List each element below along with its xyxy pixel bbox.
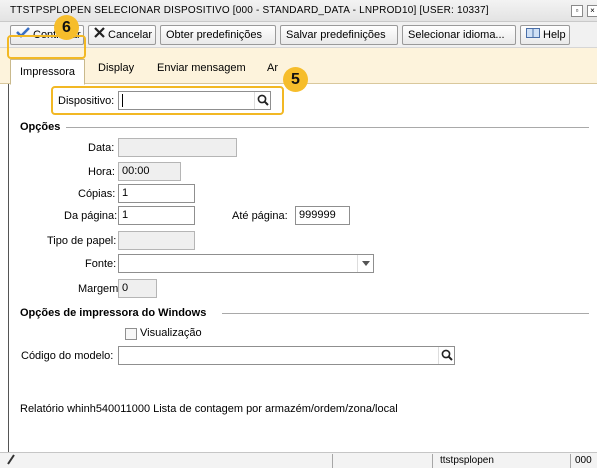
opcoes-title: Opções bbox=[20, 121, 63, 133]
step-badge-6: 6 bbox=[54, 15, 79, 40]
da-pagina-field[interactable]: 1 bbox=[118, 206, 195, 225]
cancelar-button[interactable]: Cancelar bbox=[88, 25, 156, 45]
salvar-label: Salvar predefinições bbox=[286, 29, 386, 41]
codigo-modelo-label: Código do modelo: bbox=[21, 350, 114, 362]
continuar-highlight bbox=[7, 35, 86, 59]
tipo-papel-label: Tipo de papel: bbox=[47, 235, 117, 247]
tipo-papel-field[interactable] bbox=[118, 231, 195, 250]
tab-enviar-mensagem[interactable]: Enviar mensagem bbox=[157, 62, 246, 74]
margem-label: Margem: bbox=[78, 283, 122, 295]
help-book-icon bbox=[526, 26, 540, 44]
hora-field[interactable]: 00:00 bbox=[118, 162, 181, 181]
idioma-label: Selecionar idioma... bbox=[408, 29, 505, 41]
data-label: Data: bbox=[88, 142, 115, 154]
obter-predefinicoes-button[interactable]: Obter predefinições bbox=[160, 25, 276, 45]
toolbar: Continuar Cancelar Obter predefinições S… bbox=[0, 22, 597, 48]
help-label: Help bbox=[543, 29, 566, 41]
status-bar: ttstpsplopen 000 bbox=[0, 452, 597, 468]
visualizacao-checkbox[interactable] bbox=[125, 328, 137, 340]
tab-impressora[interactable]: Impressora bbox=[10, 59, 86, 85]
ate-pagina-label: Até página: bbox=[232, 210, 288, 222]
dispositivo-highlight bbox=[51, 86, 284, 115]
company-code: 000 bbox=[575, 455, 592, 466]
salvar-predefinicoes-button[interactable]: Salvar predefinições bbox=[280, 25, 398, 45]
data-field[interactable] bbox=[118, 138, 237, 157]
search-icon[interactable] bbox=[438, 347, 454, 364]
windows-options-title: Opções de impressora do Windows bbox=[20, 307, 209, 319]
close-icon[interactable]: × bbox=[587, 5, 597, 17]
fonte-select[interactable] bbox=[118, 254, 374, 273]
step-badge-5: 5 bbox=[283, 67, 308, 92]
codigo-modelo-field[interactable] bbox=[118, 346, 455, 365]
window-title: TTSTPSPLOPEN SELECIONAR DISPOSITIVO [000… bbox=[10, 5, 489, 16]
restore-icon[interactable]: ▫ bbox=[571, 5, 583, 17]
ate-pagina-field[interactable]: 999999 bbox=[295, 206, 350, 225]
visualizacao-label: Visualização bbox=[140, 327, 202, 339]
windows-divider bbox=[222, 313, 589, 314]
report-description: Relatório whinh540011000 Lista de contag… bbox=[20, 403, 398, 415]
selecionar-idioma-button[interactable]: Selecionar idioma... bbox=[402, 25, 516, 45]
cancelar-label: Cancelar bbox=[108, 29, 153, 41]
fonte-label: Fonte: bbox=[85, 258, 117, 270]
title-bar: TTSTPSPLOPEN SELECIONAR DISPOSITIVO [000… bbox=[0, 0, 597, 22]
copias-field[interactable]: 1 bbox=[118, 184, 195, 203]
hora-label: Hora: bbox=[88, 166, 115, 178]
cancel-x-icon bbox=[94, 26, 105, 44]
tab-display[interactable]: Display bbox=[98, 62, 134, 74]
opcoes-divider bbox=[66, 127, 589, 128]
session-name: ttstpsplopen bbox=[440, 455, 494, 466]
pencil-icon bbox=[6, 453, 16, 468]
da-pagina-label: Da página: bbox=[64, 210, 118, 222]
help-button[interactable]: Help bbox=[520, 25, 570, 45]
tab-arquivo[interactable]: Ar bbox=[267, 62, 278, 74]
obter-label: Obter predefinições bbox=[166, 29, 262, 41]
margem-field[interactable]: 0 bbox=[118, 279, 157, 298]
chevron-down-icon[interactable] bbox=[357, 255, 373, 272]
copias-label: Cópias: bbox=[78, 188, 116, 200]
